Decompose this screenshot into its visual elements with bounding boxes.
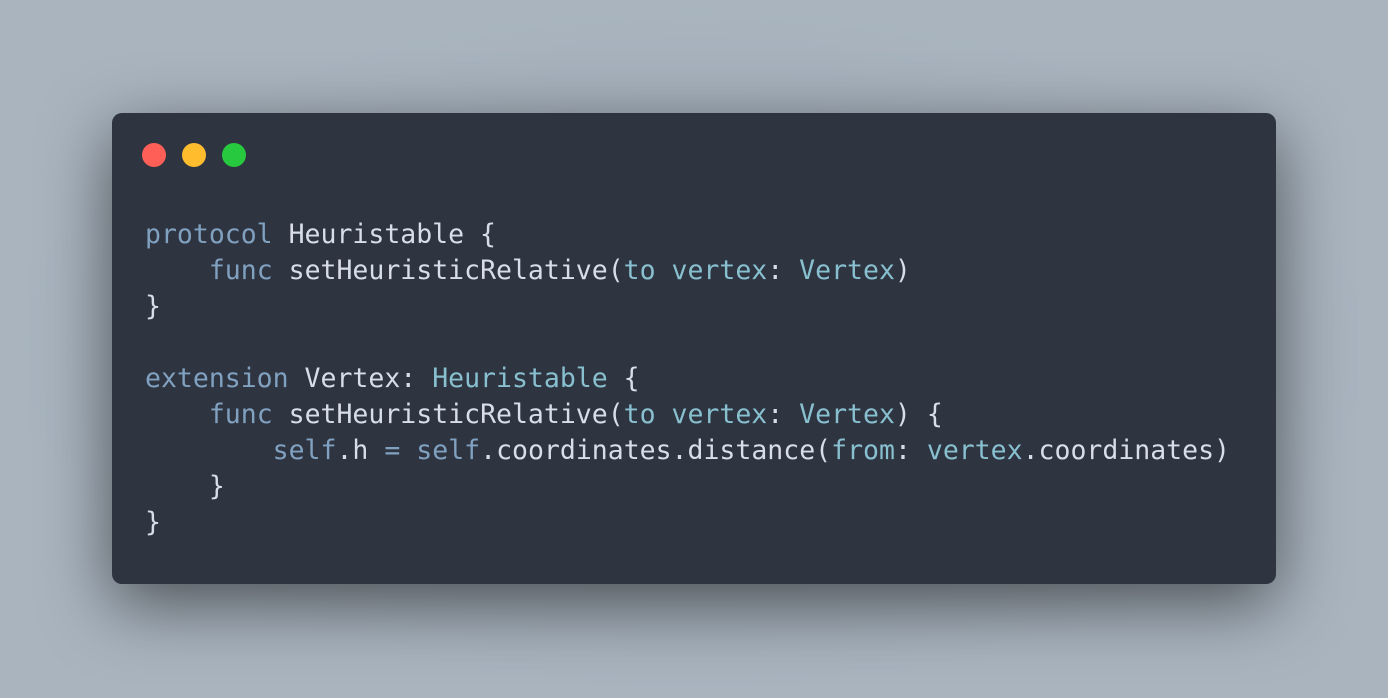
code-line: } (145, 469, 1230, 505)
code-keyword: func (208, 255, 273, 286)
close-window-button[interactable] (142, 143, 166, 167)
code-keyword: protocol (145, 219, 273, 250)
code-text: { (607, 363, 640, 394)
code-keyword: extension (145, 363, 289, 394)
code-line: func setHeuristicRelative(to vertex: Ver… (145, 253, 1230, 289)
code-text: .coordinates) (1022, 435, 1231, 466)
code-text: .h (336, 435, 385, 466)
code-text: Vertex: (288, 363, 433, 394)
code-identifier: to vertex (623, 255, 768, 286)
code-text: : (767, 399, 800, 430)
code-identifier: to vertex (623, 399, 768, 430)
code-block: protocol Heuristable { func setHeuristic… (145, 217, 1230, 541)
code-text: setHeuristicRelative( (272, 399, 624, 430)
code-identifier: Vertex (799, 255, 895, 286)
minimize-window-button[interactable] (182, 143, 206, 167)
code-keyword: self (272, 435, 337, 466)
code-line: } (145, 289, 1230, 325)
code-text: : (894, 435, 927, 466)
code-line: self.h = self.coordinates.distance(from:… (145, 433, 1230, 469)
code-text: } (145, 291, 161, 322)
code-line: } (145, 505, 1230, 541)
code-keyword: = (384, 435, 401, 466)
code-line: protocol Heuristable { (145, 217, 1230, 253)
code-identifier: from (831, 435, 895, 466)
code-text: ) (894, 255, 911, 286)
code-identifier: Heuristable (432, 363, 608, 394)
code-text: Heuristable { (272, 219, 497, 250)
code-text: setHeuristicRelative( (272, 255, 624, 286)
code-text: .coordinates.distance( (480, 435, 832, 466)
code-keyword: func (208, 399, 273, 430)
code-identifier: Vertex (799, 399, 895, 430)
code-line: func setHeuristicRelative(to vertex: Ver… (145, 397, 1230, 433)
code-text: } (145, 471, 225, 502)
code-text: } (145, 507, 161, 538)
maximize-window-button[interactable] (222, 143, 246, 167)
code-text: ) { (894, 399, 943, 430)
code-line: extension Vertex: Heuristable { (145, 361, 1230, 397)
code-identifier: vertex (926, 435, 1023, 466)
code-keyword: self (416, 435, 481, 466)
code-text: : (767, 255, 800, 286)
